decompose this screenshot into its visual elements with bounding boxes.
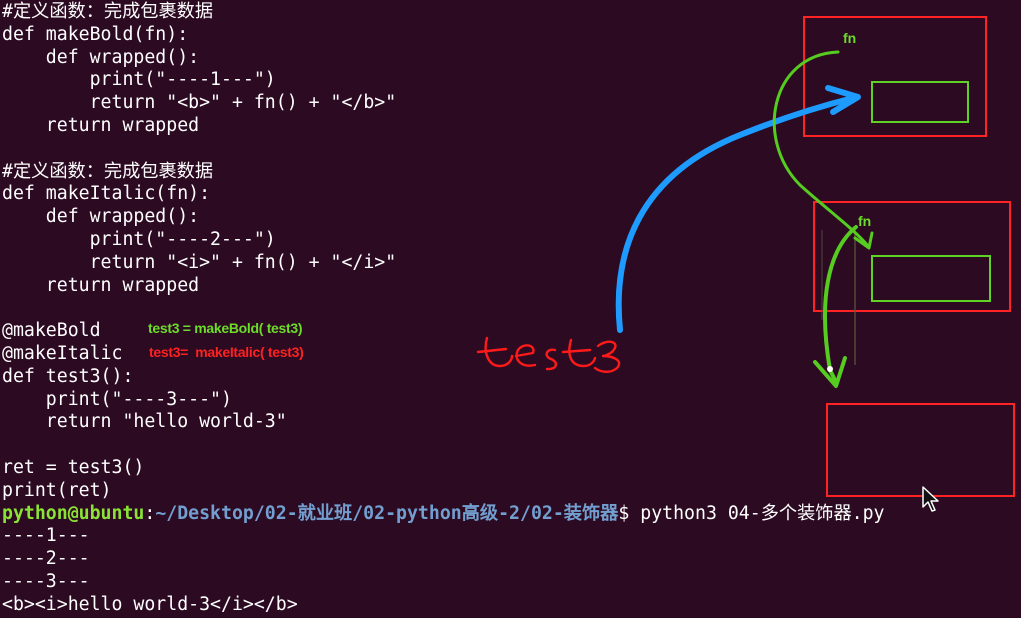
prompt-path: ~/Desktop/02-就业班/02-python高级-2/02-装饰器 (155, 502, 619, 524)
code-line: def wrapped(): (2, 206, 200, 228)
output-line: ----1--- (2, 525, 90, 547)
annotation-bold-note: test3 = makeBold( test3) (148, 320, 303, 336)
code-line: print(ret) (2, 479, 112, 501)
prompt-colon: : (144, 502, 156, 524)
annotation-italic-note: test3= makeItalic( test3) (149, 344, 304, 360)
code-line: return "hello world-3" (2, 411, 287, 433)
italic-inner-box (871, 255, 991, 302)
output-line: <b><i>hello world-3</i></b> (2, 593, 298, 615)
shell-prompt-line: python@ubuntu:~/Desktop/02-就业班/02-python… (2, 502, 885, 525)
test3-function-box (826, 403, 1015, 497)
code-line: return wrapped (2, 115, 200, 136)
code-line: return "<i>" + fn() + "</i>" (2, 251, 397, 273)
code-line: def makeItalic(fn): (2, 183, 211, 205)
code-line: ret = test3() (2, 457, 145, 478)
mouse-pointer-icon (922, 486, 939, 512)
code-line: def wrapped(): (2, 46, 200, 68)
shell-command: $ python3 04-多个装饰器.py (618, 502, 885, 524)
code-line: @makeItalic (2, 343, 123, 364)
code-line: return wrapped (2, 274, 200, 296)
code-line: return "<b>" + fn() + "</b>" (2, 92, 397, 114)
code-line: print("----2---") (2, 229, 276, 250)
output-line: ----3--- (2, 571, 90, 592)
code-line: #定义函数：完成包裹数据 (2, 1, 214, 22)
code-line: print("----3---") (2, 388, 232, 410)
code-line: def makeBold(fn): (2, 23, 189, 45)
code-line: @makeBold (2, 320, 101, 342)
output-line: ----2--- (2, 548, 90, 570)
prompt-user: python@ubuntu (2, 502, 145, 524)
code-line: print("----1---") (2, 69, 276, 91)
code-line: #定义函数：完成包裹数据 (2, 160, 214, 182)
bold-inner-box (871, 81, 969, 123)
code-line: def test3(): (2, 365, 134, 387)
